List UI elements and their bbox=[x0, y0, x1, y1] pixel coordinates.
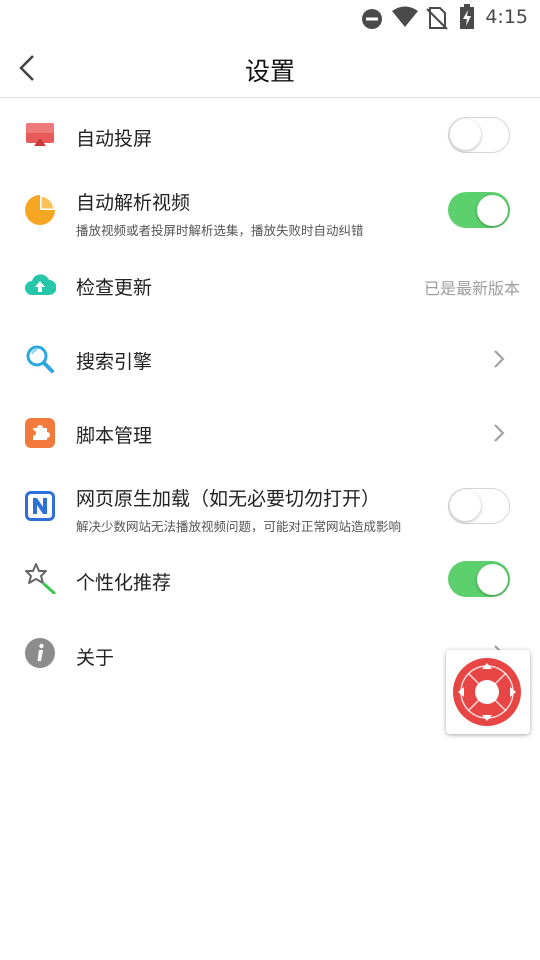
page-title: 设置 bbox=[244, 57, 295, 86]
toggle-knob bbox=[477, 563, 508, 595]
auto-cast-toggle[interactable] bbox=[448, 117, 510, 153]
setting-label: 脚本管理 bbox=[76, 425, 153, 447]
auto-parse-toggle[interactable] bbox=[448, 192, 510, 228]
setting-label: 关于 bbox=[76, 647, 115, 669]
setting-subtitle: 解决少数网站无法播放视频问题，可能对正常网站造成影响 bbox=[76, 519, 402, 534]
magic-wand-icon bbox=[25, 563, 56, 594]
battery-charging-icon bbox=[460, 4, 474, 29]
cloud-upload-icon bbox=[25, 274, 56, 295]
setting-label: 网页原生加载（如无必要切勿打开） bbox=[76, 488, 381, 510]
native-load-toggle[interactable] bbox=[448, 488, 510, 524]
floating-remote-button[interactable] bbox=[446, 650, 530, 734]
setting-script-manage[interactable]: 脚本管理 bbox=[0, 396, 540, 470]
toggle-knob bbox=[450, 119, 481, 150]
setting-native-load[interactable]: 网页原生加载（如无必要切勿打开） 解决少数网站无法播放视频问题，可能对正常网站造… bbox=[0, 470, 540, 546]
search-icon bbox=[26, 345, 54, 373]
setting-personalized[interactable]: 个性化推荐 bbox=[0, 546, 540, 620]
chevron-right-icon bbox=[494, 424, 505, 442]
setting-label: 搜索引擎 bbox=[76, 351, 153, 373]
setting-auto-parse[interactable]: 自动解析视频 播放视频或者投屏时解析选集，播放失败时自动纠错 bbox=[0, 172, 540, 248]
puzzle-icon bbox=[25, 418, 55, 448]
setting-label: 自动解析视频 bbox=[76, 192, 191, 214]
toggle-knob bbox=[450, 490, 481, 521]
do-not-disturb-icon bbox=[362, 9, 382, 29]
update-status: 已是最新版本 bbox=[423, 279, 520, 298]
setting-subtitle: 播放视频或者投屏时解析选集，播放失败时自动纠错 bbox=[76, 223, 364, 238]
toggle-knob bbox=[477, 194, 508, 226]
wifi-icon bbox=[392, 6, 418, 27]
pie-chart-icon bbox=[25, 195, 55, 225]
cast-screen-icon bbox=[26, 123, 54, 146]
personalized-toggle[interactable] bbox=[448, 561, 510, 597]
remote-dpad-icon bbox=[453, 658, 521, 726]
no-sim-icon bbox=[426, 7, 448, 30]
setting-auto-cast[interactable]: 自动投屏 bbox=[0, 98, 540, 172]
setting-label: 个性化推荐 bbox=[76, 572, 172, 594]
setting-check-update[interactable]: 检查更新 已是最新版本 bbox=[0, 248, 540, 322]
setting-label: 自动投屏 bbox=[76, 128, 153, 150]
setting-label: 检查更新 bbox=[76, 277, 153, 299]
n-letter-icon bbox=[25, 491, 55, 521]
chevron-right-icon bbox=[494, 350, 505, 368]
status-time: 4:15 bbox=[485, 6, 528, 28]
title-bar: 设置 bbox=[0, 36, 540, 98]
setting-search-engine[interactable]: 搜索引擎 bbox=[0, 322, 540, 396]
info-icon bbox=[25, 638, 55, 668]
status-bar: 4:15 bbox=[0, 0, 540, 36]
